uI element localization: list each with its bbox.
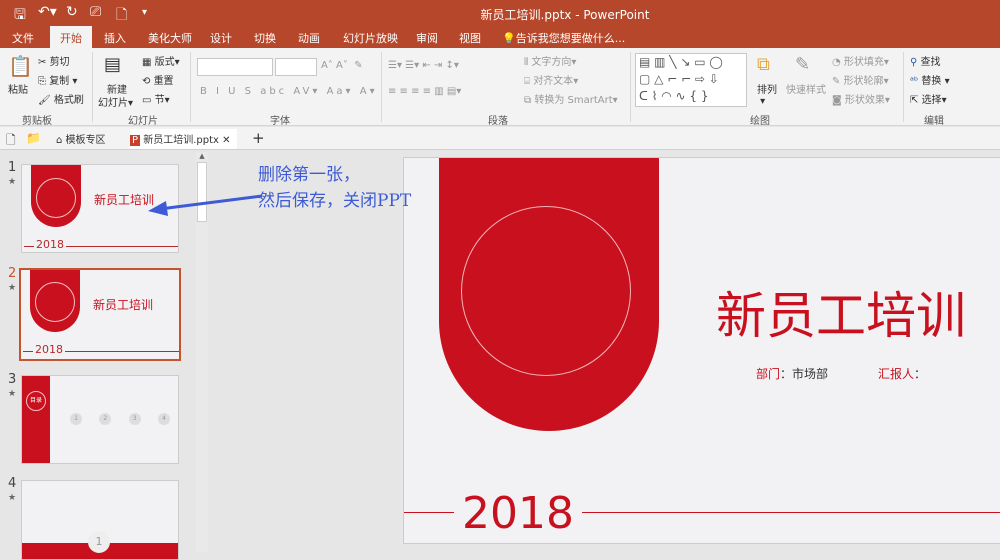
tab-beautify[interactable]: 美化大师: [148, 30, 192, 46]
ribbon-tabs: 文件 开始 插入 美化大师 设计 切换 动画 幻灯片放映 审阅 视图 💡告诉我您…: [0, 26, 1000, 48]
group-editing-label: 编辑: [924, 116, 944, 127]
animation-star-icon: ★: [8, 493, 17, 503]
shape-outline-button[interactable]: ✎ 形状轮廓▾: [832, 72, 889, 87]
group-paragraph-label: 段落: [488, 116, 508, 127]
slide-number: 3: [8, 372, 17, 387]
format-painter-button[interactable]: 🖌 格式刷: [38, 91, 84, 106]
font-format-buttons[interactable]: B I U S abc AV▾ Aa▾ A▾: [200, 86, 378, 97]
section-button[interactable]: ▭ 节▾: [142, 91, 170, 106]
group-drawing-label: 绘图: [750, 116, 770, 127]
department-line[interactable]: 部门：市场部: [756, 365, 828, 382]
new-slide-icon[interactable]: ▤: [104, 54, 121, 75]
annotation-line-1: 删除第一张，: [258, 165, 360, 185]
slide-year[interactable]: 2018: [454, 488, 582, 539]
annotation-arrow-icon: [148, 194, 263, 216]
align-text-button[interactable]: ⌸ 对齐文本▾: [524, 72, 578, 87]
tab-home[interactable]: 开始: [50, 26, 92, 48]
slide-number: 4: [8, 476, 17, 491]
add-tab-button[interactable]: +: [252, 129, 265, 147]
tab-view[interactable]: 视图: [459, 30, 481, 46]
ribbon: 📋 粘贴 ✂ 剪切 ⎘ 复制 ▾ 🖌 格式刷 剪贴板 ▤ 新建 幻灯片▾ ▦ 版…: [0, 48, 1000, 127]
tab-design[interactable]: 设计: [210, 30, 232, 46]
annotation-line-2: 然后保存，关闭PPT: [258, 191, 412, 211]
slide-number: 1: [8, 160, 17, 175]
group-slides-label: 幻灯片: [128, 116, 158, 127]
find-button[interactable]: ⚲ 查找: [910, 53, 941, 68]
replace-button[interactable]: ᵃᵇ 替换 ▾: [910, 72, 950, 87]
tab-animations[interactable]: 动画: [298, 30, 320, 46]
align-buttons[interactable]: ≡ ≡ ≡ ≡ ▥ ▤▾: [388, 86, 461, 97]
tab-file[interactable]: 文件: [12, 30, 34, 46]
slide-thumbnail-4[interactable]: 1: [21, 480, 179, 560]
font-name-select[interactable]: [197, 58, 273, 76]
window-title: 新员工培训.pptx - PowerPoint: [480, 8, 650, 22]
cut-button[interactable]: ✂ 剪切: [38, 53, 70, 68]
select-button[interactable]: ⇱ 选择▾: [910, 91, 947, 106]
close-tab-icon[interactable]: ✕: [222, 135, 230, 146]
folder-icon[interactable]: 📁: [26, 131, 41, 145]
layout-button[interactable]: ▦ 版式▾: [142, 53, 180, 68]
slide-number: 2: [8, 266, 17, 281]
slide-thumbnail-3[interactable]: 目录 1 2 3 4: [21, 375, 179, 464]
slide-title[interactable]: 新员工培训: [716, 276, 966, 348]
tab-transitions[interactable]: 切换: [254, 30, 276, 46]
lightbulb-icon: 💡: [502, 32, 516, 45]
file-tab[interactable]: P 新员工培训.pptx ✕: [130, 129, 237, 149]
templates-tab[interactable]: ⌂ 模板专区: [56, 131, 106, 146]
animation-star-icon: ★: [8, 177, 17, 187]
title-bar: 🖫 ↶▾ ↻ ⎚ 🗋 ▾ 新员工培训.pptx - PowerPoint: [0, 0, 1000, 26]
tab-insert[interactable]: 插入: [104, 30, 126, 46]
tab-review[interactable]: 审阅: [416, 30, 438, 46]
reporter-line[interactable]: 汇报人：: [878, 365, 926, 382]
shape-effects-button[interactable]: ◙ 形状效果▾: [832, 91, 890, 106]
paste-button[interactable]: 粘贴: [8, 81, 28, 96]
quick-styles-icon[interactable]: ✎: [795, 54, 810, 75]
new-doc-icon[interactable]: 🗋: [6, 131, 16, 152]
slide-thumbnail-2[interactable]: 新员工培训 2018: [19, 268, 181, 361]
tell-me-input[interactable]: 💡告诉我您想要做什么...: [502, 30, 625, 46]
copy-button[interactable]: ⎘ 复制 ▾: [38, 72, 77, 87]
text-direction-button[interactable]: ⫴ 文字方向▾: [524, 53, 576, 68]
arrange-button[interactable]: 排列 ▾: [757, 81, 777, 107]
powerpoint-icon: P: [130, 135, 141, 146]
shape-fill-button[interactable]: ◔ 形状填充▾: [832, 53, 889, 68]
new-slide-dropdown[interactable]: 幻灯片▾: [98, 94, 133, 109]
tab-slideshow[interactable]: 幻灯片放映: [343, 30, 398, 46]
font-size-buttons[interactable]: A˄ A˅ ✎: [321, 60, 363, 71]
paste-icon[interactable]: 📋: [8, 54, 33, 78]
slide-canvas[interactable]: 新员工培训 部门：市场部 汇报人： 2018: [403, 157, 1000, 544]
animation-star-icon: ★: [8, 283, 17, 293]
document-tabs: 🗋 📁 ⌂ 模板专区 P 新员工培训.pptx ✕ +: [0, 127, 1000, 150]
quick-styles-button[interactable]: 快速样式: [786, 81, 826, 96]
scroll-up-icon[interactable]: ▲: [196, 152, 208, 160]
arrange-icon[interactable]: ⧉: [757, 54, 770, 75]
list-buttons[interactable]: ☰▾ ☰▾ ⇤ ⇥ ↕▾: [388, 60, 459, 71]
animation-star-icon: ★: [8, 389, 17, 399]
font-size-select[interactable]: [275, 58, 317, 76]
group-clipboard-label: 剪贴板: [22, 116, 52, 127]
group-font-label: 字体: [270, 116, 290, 127]
smartart-button[interactable]: ⧉ 转换为 SmartArt▾: [524, 91, 618, 106]
shapes-gallery[interactable]: ▤ ▥ ╲ ↘ ▭ ◯ ▢ △ ⌐ ⌐ ⇨ ⇩ ᑕ ⌇ ◠ ∿ { }: [635, 53, 747, 107]
reset-button[interactable]: ⟲ 重置: [142, 72, 174, 87]
circle-outline: [461, 206, 631, 376]
